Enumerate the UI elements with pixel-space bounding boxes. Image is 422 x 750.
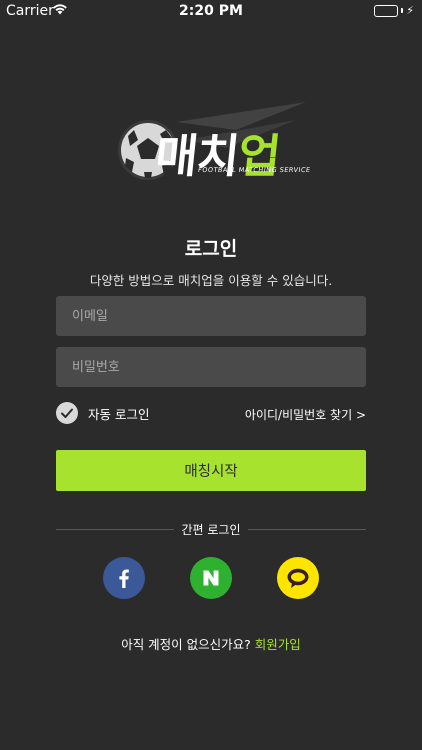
status-time: 2:20 PM	[179, 3, 243, 19]
password-field[interactable]	[56, 347, 366, 387]
signup-prompt: 아직 계정이 없으신가요? 회원가입	[0, 634, 422, 653]
auto-login-label: 자동 로그인	[88, 406, 150, 422]
facebook-login-button[interactable]	[103, 557, 145, 599]
signup-prompt-text: 아직 계정이 없으신가요?	[121, 637, 251, 652]
start-matching-button[interactable]: 매칭시작	[56, 450, 366, 491]
page-title: 로그인	[184, 238, 238, 260]
naver-icon	[203, 570, 219, 586]
logo-tagline: FOOTBALL MATCHING SERVICE	[197, 166, 312, 174]
app-logo: 매치업 FOOTBALL MATCHING SERVICE	[116, 100, 311, 200]
kakao-login-button[interactable]	[277, 557, 319, 599]
signup-link[interactable]: 회원가입	[255, 637, 301, 652]
divider-line-right	[248, 529, 366, 530]
kakao-icon	[287, 568, 309, 588]
logo-wordmark: 매치업	[152, 129, 283, 183]
email-field[interactable]	[56, 296, 366, 336]
page-subtitle: 다양한 방법으로 매치업을 이용할 수 있습니다.	[89, 273, 333, 288]
status-bar: Carrier 2:20 PM ⚡	[0, 0, 422, 22]
facebook-icon	[119, 569, 129, 588]
auto-login-toggle[interactable]: 자동 로그인	[56, 402, 149, 424]
find-account-link[interactable]: 아이디/비밀번호 찾기 >	[245, 406, 366, 423]
easy-login-divider: 간편 로그인	[56, 521, 366, 537]
checkmark-icon[interactable]	[56, 402, 78, 424]
battery-icon: ⚡	[374, 4, 414, 17]
naver-login-button[interactable]	[190, 557, 232, 599]
